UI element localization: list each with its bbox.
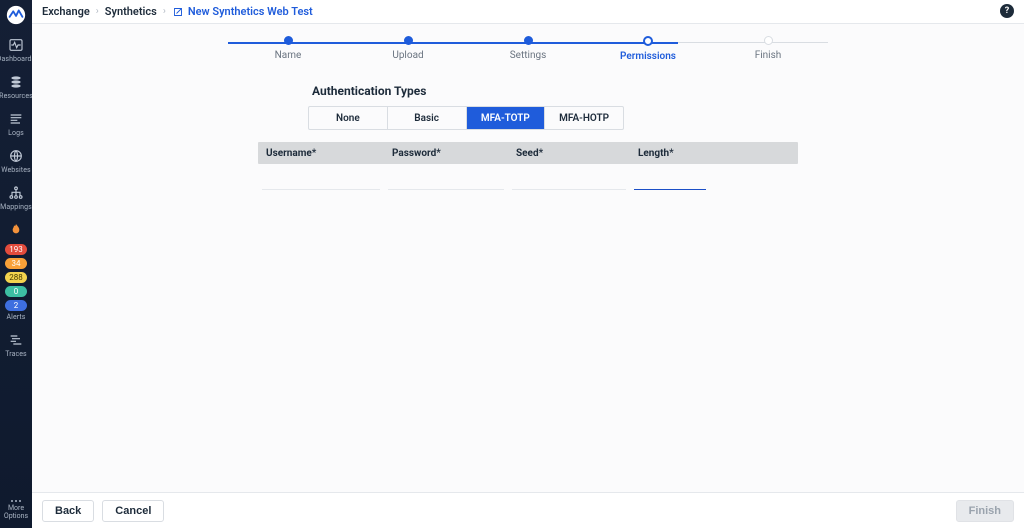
topbar: Exchange › Synthetics › New Synthetics W… bbox=[32, 0, 1024, 24]
sidebar-item-mappings[interactable]: Mappings bbox=[0, 185, 32, 212]
username-input-cell[interactable] bbox=[258, 189, 384, 190]
table-row bbox=[258, 164, 798, 190]
traces-icon bbox=[8, 332, 24, 348]
sidebar-item-logs[interactable]: Logs bbox=[0, 111, 32, 138]
col-username: Username* bbox=[258, 148, 384, 159]
badge-critical[interactable]: 193 bbox=[5, 244, 27, 255]
auth-type-tabs: None Basic MFA-TOTP MFA-HOTP bbox=[308, 106, 624, 130]
sidebar-item-traces[interactable]: Traces bbox=[0, 332, 32, 359]
badge-error[interactable]: 34 bbox=[5, 258, 27, 269]
auth-tab-none[interactable]: None bbox=[309, 107, 388, 129]
help-icon[interactable]: ? bbox=[1000, 4, 1014, 18]
wizard-footer: Back Cancel Finish bbox=[32, 492, 1024, 528]
heartbeat-icon bbox=[8, 37, 24, 53]
step-dot-icon bbox=[404, 36, 413, 45]
auth-tab-mfa-totp[interactable]: MFA-TOTP bbox=[467, 107, 546, 129]
step-label: Finish bbox=[755, 50, 782, 61]
sidebar-item-alerts[interactable]: 193 34 288 0 2 Alerts bbox=[0, 222, 32, 322]
step-label: Name bbox=[275, 50, 302, 61]
password-input-cell[interactable] bbox=[384, 189, 508, 190]
sidebar-item-label: More Options bbox=[4, 504, 28, 520]
col-length: Length* bbox=[630, 148, 758, 159]
table-header: Username* Password* Seed* Length* bbox=[258, 142, 798, 164]
list-icon bbox=[8, 111, 24, 127]
globe-icon bbox=[8, 148, 24, 164]
auth-fields-table: Username* Password* Seed* Length* bbox=[258, 142, 798, 190]
step-label: Permissions bbox=[620, 51, 676, 62]
step-dot-icon bbox=[764, 36, 773, 45]
sidebar-item-label: Resources bbox=[0, 92, 33, 101]
step-permissions[interactable]: Permissions bbox=[588, 36, 708, 62]
sidebar-item-label: Dashboards bbox=[0, 55, 35, 64]
sidebar-item-label: Websites bbox=[1, 166, 30, 175]
fire-icon bbox=[8, 222, 24, 238]
ellipsis-icon bbox=[11, 500, 21, 502]
external-link-icon bbox=[172, 6, 184, 18]
step-finish: Finish bbox=[708, 36, 828, 62]
step-dot-icon bbox=[643, 36, 653, 46]
chevron-right-icon: › bbox=[163, 6, 166, 17]
step-upload[interactable]: Upload bbox=[348, 36, 468, 62]
back-button[interactable]: Back bbox=[42, 500, 94, 522]
section-title: Authentication Types bbox=[312, 84, 748, 98]
seed-input-cell[interactable] bbox=[508, 189, 630, 190]
sidebar-item-label: Mappings bbox=[0, 203, 32, 212]
sidebar-item-label: Alerts bbox=[6, 313, 25, 322]
step-label: Settings bbox=[510, 50, 547, 61]
step-name[interactable]: Name bbox=[228, 36, 348, 62]
sidebar-item-more[interactable]: More Options bbox=[0, 500, 32, 526]
breadcrumb-root[interactable]: Exchange bbox=[42, 5, 90, 18]
length-input[interactable] bbox=[634, 172, 706, 190]
stack-icon bbox=[8, 74, 24, 90]
sidebar-item-label: Traces bbox=[5, 350, 27, 359]
auth-tab-basic[interactable]: Basic bbox=[388, 107, 467, 129]
auth-tab-mfa-hotp[interactable]: MFA-HOTP bbox=[545, 107, 623, 129]
breadcrumb-current: New Synthetics Web Test bbox=[188, 5, 313, 18]
badge-warning[interactable]: 288 bbox=[5, 272, 27, 283]
hierarchy-icon bbox=[8, 185, 24, 201]
wizard-stepper: Name Upload Settings Permissions Finish bbox=[228, 36, 828, 62]
sidebar-item-resources[interactable]: Resources bbox=[0, 74, 32, 101]
auth-section: Authentication Types None Basic MFA-TOTP… bbox=[308, 84, 748, 130]
breadcrumb-mid[interactable]: Synthetics bbox=[105, 5, 157, 18]
chevron-right-icon: › bbox=[96, 6, 99, 17]
finish-button[interactable]: Finish bbox=[956, 500, 1014, 522]
content-area: Name Upload Settings Permissions Finish … bbox=[32, 24, 1024, 492]
sidebar-item-websites[interactable]: Websites bbox=[0, 148, 32, 175]
sidebar-item-dashboards[interactable]: Dashboards bbox=[0, 37, 32, 64]
step-settings[interactable]: Settings bbox=[468, 36, 588, 62]
step-dot-icon bbox=[524, 36, 533, 45]
stepper-progress bbox=[228, 42, 678, 44]
app-sidebar: Dashboards Resources Logs Websites Mappi… bbox=[0, 0, 32, 528]
cancel-button[interactable]: Cancel bbox=[102, 500, 164, 522]
step-label: Upload bbox=[392, 50, 423, 61]
col-password: Password* bbox=[384, 148, 508, 159]
step-dot-icon bbox=[284, 36, 293, 45]
badge-info[interactable]: 2 bbox=[5, 300, 27, 311]
badge-ok[interactable]: 0 bbox=[5, 286, 27, 297]
alert-badges: 193 34 288 0 2 bbox=[5, 244, 27, 311]
col-seed: Seed* bbox=[508, 148, 630, 159]
app-logo[interactable] bbox=[5, 4, 27, 26]
sidebar-item-label: Logs bbox=[8, 129, 24, 138]
